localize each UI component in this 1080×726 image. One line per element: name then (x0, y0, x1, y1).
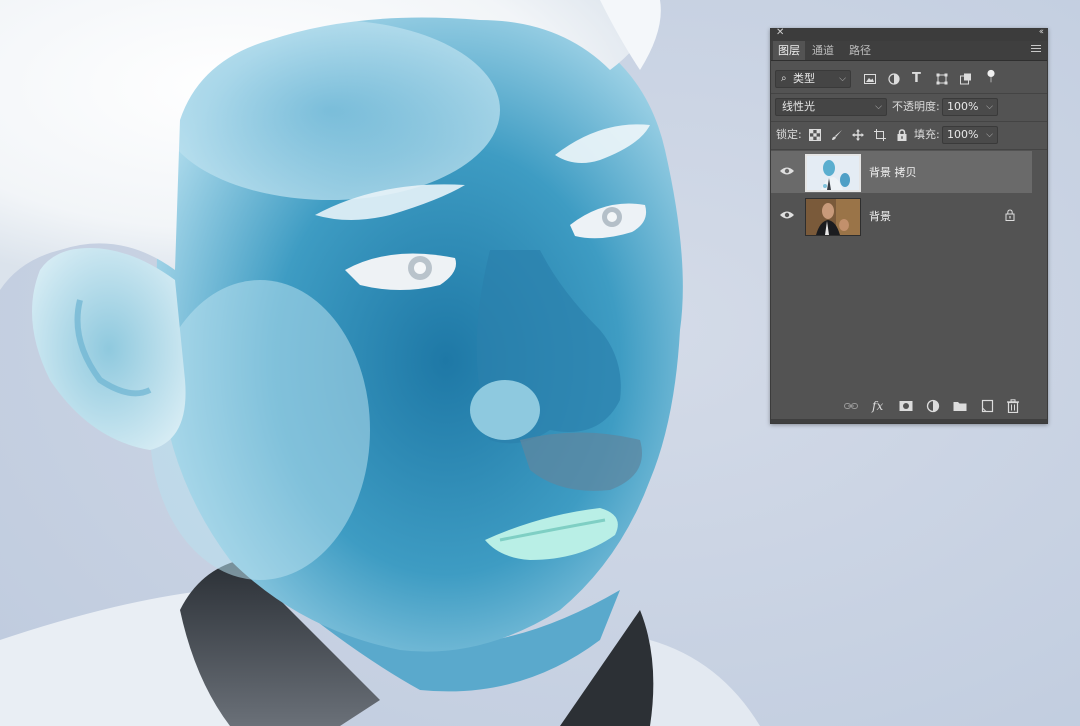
new-group-icon[interactable] (953, 399, 967, 413)
trash-icon[interactable] (1006, 399, 1020, 414)
layer-list: 背景 拷贝 背景 (771, 150, 1047, 408)
filter-row: ⌕ 类型 ⌵ T (771, 66, 1047, 93)
panel-footer: fx (771, 395, 1047, 417)
fill-input[interactable]: 100% ⌵ (942, 126, 998, 144)
lock-label: 锁定: (776, 128, 802, 141)
panel-bottom-edge (771, 419, 1047, 423)
add-mask-icon[interactable] (899, 399, 913, 413)
tab-paths[interactable]: 路径 (844, 41, 876, 60)
shape-filter-icon[interactable] (936, 73, 948, 85)
opacity-value: 100% (947, 100, 979, 113)
layer-list-scrollbar[interactable] (1032, 150, 1047, 408)
close-icon[interactable]: ✕ (776, 27, 784, 38)
layer-row-background[interactable]: 背景 (771, 195, 1033, 237)
adjustment-layer-icon[interactable] (926, 399, 940, 413)
blend-row: 线性光 ⌵ 不透明度: 100% ⌵ (771, 94, 1047, 121)
fx-icon[interactable]: fx (872, 399, 886, 413)
tab-layers[interactable]: 图层 (773, 41, 805, 60)
layer-lock-icon (1005, 209, 1015, 221)
layer-name[interactable]: 背景 (869, 208, 891, 224)
chevron-down-icon: ⌵ (875, 102, 882, 112)
search-icon: ⌕ (781, 73, 787, 84)
panel-tabs: 图层 通道 路径 (771, 41, 1047, 61)
layer-row-background-copy[interactable]: 背景 拷贝 (771, 151, 1033, 193)
lock-all-icon[interactable] (896, 129, 908, 141)
chevron-down-icon: ⌵ (986, 130, 993, 140)
new-layer-icon[interactable] (980, 399, 994, 413)
filter-kind-select[interactable]: ⌕ 类型 ⌵ (775, 70, 851, 88)
panel-menu-icon[interactable] (1031, 45, 1041, 54)
lock-transparent-icon[interactable] (809, 129, 821, 141)
collapse-icon[interactable]: ‹‹ (1039, 27, 1044, 37)
link-layers-icon[interactable] (844, 399, 858, 413)
visibility-eye-icon[interactable] (780, 166, 794, 176)
chevron-down-icon: ⌵ (986, 102, 993, 112)
lock-position-icon[interactable] (852, 129, 864, 141)
chevron-down-icon: ⌵ (839, 74, 846, 84)
adjustment-filter-icon[interactable] (888, 73, 900, 85)
smart-object-filter-icon[interactable] (960, 73, 972, 85)
fill-value: 100% (947, 128, 979, 141)
lock-artboard-icon[interactable] (874, 129, 886, 141)
filter-toggle-icon[interactable] (985, 69, 997, 83)
opacity-input[interactable]: 100% ⌵ (942, 98, 998, 116)
visibility-eye-icon[interactable] (780, 210, 794, 220)
tab-channels[interactable]: 通道 (807, 41, 839, 60)
image-filter-icon[interactable] (864, 73, 876, 85)
panel-titlebar[interactable]: ✕ ‹‹ (771, 27, 1047, 41)
opacity-label: 不透明度: (892, 100, 940, 113)
blend-mode-value: 线性光 (782, 100, 815, 113)
type-filter-icon[interactable]: T (912, 72, 924, 85)
lock-image-icon[interactable] (831, 129, 843, 141)
fill-label: 填充: (914, 128, 940, 141)
layer-thumbnail (805, 198, 861, 236)
layers-panel: ✕ ‹‹ 图层 通道 路径 ⌕ 类型 ⌵ T 线性光 ⌵ 不透明度: 100% … (770, 27, 1048, 424)
layer-thumbnail (805, 154, 861, 192)
blend-mode-select[interactable]: 线性光 ⌵ (775, 98, 887, 116)
filter-kind-label: 类型 (793, 72, 815, 85)
layer-name[interactable]: 背景 拷贝 (869, 164, 917, 180)
lock-row: 锁定: 填充: 100% ⌵ (771, 122, 1047, 149)
